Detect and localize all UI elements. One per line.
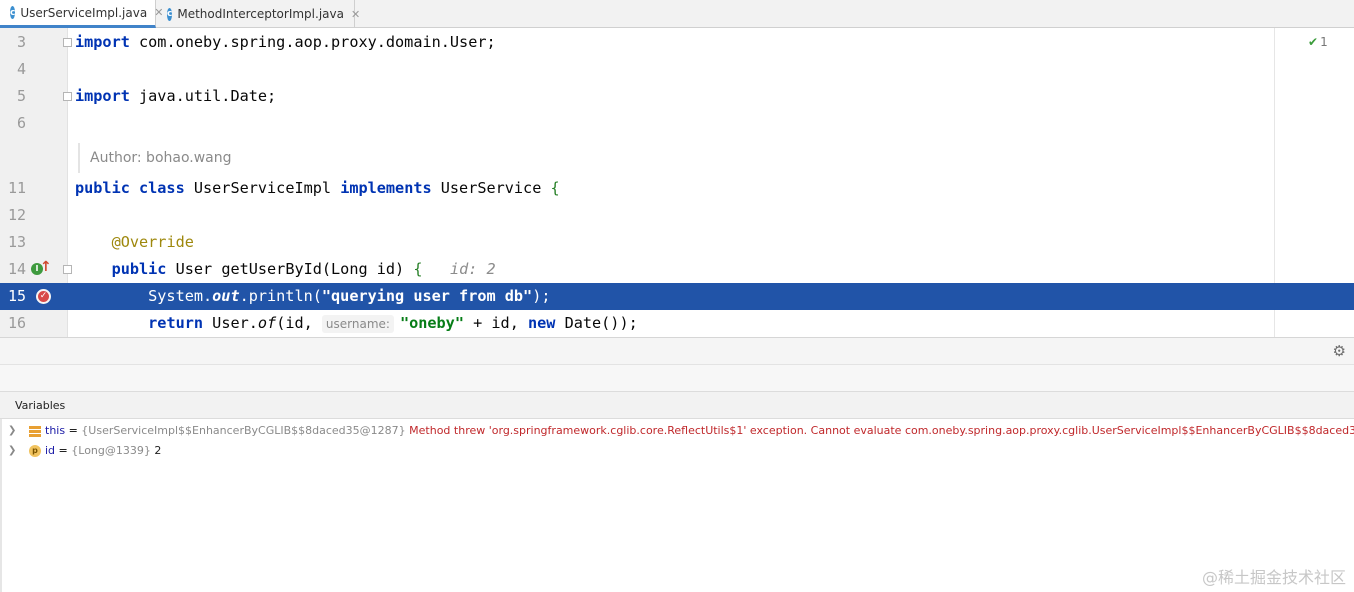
variable-row-this[interactable]: ❯ this = {UserServiceImpl$$EnhancerByCGL… <box>2 421 1354 441</box>
variables-tree[interactable]: ❯ this = {UserServiceImpl$$EnhancerByCGL… <box>0 419 1354 592</box>
code-line-13[interactable]: 13 @Override <box>0 229 1354 256</box>
debug-toolbar: ⚙ <box>0 337 1354 365</box>
variables-header: Variables <box>0 391 1354 419</box>
code-line-5[interactable]: 5 import java.util.Date; <box>0 83 1354 110</box>
code-line-15-current[interactable]: 15 ✓ System.out.println("querying user f… <box>0 283 1354 310</box>
code-line-6[interactable]: 6 <box>0 110 1354 137</box>
code-line-11[interactable]: 11 public class UserServiceImpl implemen… <box>0 175 1354 202</box>
chevron-right-icon[interactable]: ❯ <box>8 421 16 441</box>
line-number: 16 <box>7 314 26 332</box>
inline-debug-value: id: 2 <box>449 260 496 278</box>
fold-icon[interactable] <box>63 265 72 274</box>
fold-icon[interactable] <box>63 38 72 47</box>
code-line-3[interactable]: 3 import com.oneby.spring.aop.proxy.doma… <box>0 29 1354 56</box>
variable-type: {UserServiceImpl$$EnhancerByCGLIB$$8dace… <box>81 424 406 437</box>
variable-row-id[interactable]: ❯ p id = {Long@1339} 2 <box>2 441 1354 461</box>
code-line-14[interactable]: 14 I ↑ public User getUserById(Long id) … <box>0 256 1354 283</box>
line-number: 12 <box>7 206 26 224</box>
watermark: @稀土掘金技术社区 <box>1201 568 1346 587</box>
fold-icon[interactable] <box>63 92 72 101</box>
code-text: @Override <box>111 233 194 251</box>
tab-userserviceimpl[interactable]: c UserServiceImpl.java ✕ <box>0 0 163 28</box>
line-number: 14 <box>7 260 26 278</box>
parameter-name-hint: username: <box>321 315 394 333</box>
code-line-4[interactable]: 4 <box>0 56 1354 83</box>
breakpoint-icon[interactable]: ✓ <box>36 289 51 304</box>
tab-label: MethodInterceptorImpl.java <box>177 7 344 21</box>
tab-methodinterceptorimpl[interactable]: c MethodInterceptorImpl.java ✕ <box>157 0 360 28</box>
line-number: 5 <box>16 87 26 105</box>
variable-type: {Long@1339} <box>71 444 151 457</box>
class-icon: c <box>10 6 16 19</box>
field-icon <box>29 426 41 437</box>
chevron-right-icon[interactable]: ❯ <box>8 441 16 461</box>
line-number: 3 <box>16 33 26 51</box>
code-line-16[interactable]: 16 return User.of(id, username: "oneby" +… <box>0 310 1354 337</box>
code-text: public User getUserById(Long id) { id: 2 <box>111 260 496 278</box>
arrow-up-icon[interactable]: ↑ <box>40 259 52 275</box>
gear-icon[interactable]: ⚙ <box>1333 342 1346 360</box>
tab-label: UserServiceImpl.java <box>20 5 148 20</box>
code-text: public class UserServiceImpl implements … <box>75 179 560 197</box>
variable-name: this <box>45 424 66 437</box>
variable-value: Method threw 'org.springframework.cglib.… <box>409 424 1354 437</box>
code-editor[interactable]: ✔ 1 3 import com.oneby.spring.aop.proxy.d… <box>0 28 1354 337</box>
code-line-12[interactable]: 12 <box>0 202 1354 229</box>
class-icon: c <box>167 7 173 21</box>
debug-frames-area <box>0 365 1354 391</box>
code-text: import java.util.Date; <box>75 87 277 105</box>
close-icon[interactable]: ✕ <box>351 8 360 21</box>
rendered-doc-comment[interactable]: Author: bohao.wang <box>78 143 232 173</box>
line-number: 13 <box>7 233 26 251</box>
variable-name: id <box>45 444 56 457</box>
line-number: 6 <box>16 114 26 132</box>
line-number: 11 <box>7 179 26 197</box>
parameter-icon: p <box>29 445 41 457</box>
code-text: return User.of(id, username: "oneby" + id… <box>148 314 638 333</box>
variable-value: 2 <box>154 444 162 457</box>
editor-tab-bar: c UserServiceImpl.java ✕ c MethodInterce… <box>0 0 1354 28</box>
line-number: 15 <box>7 287 26 305</box>
line-number: 4 <box>16 60 26 78</box>
code-text: System.out.println("querying user from d… <box>75 287 551 305</box>
code-text: import com.oneby.spring.aop.proxy.domain… <box>75 33 496 51</box>
